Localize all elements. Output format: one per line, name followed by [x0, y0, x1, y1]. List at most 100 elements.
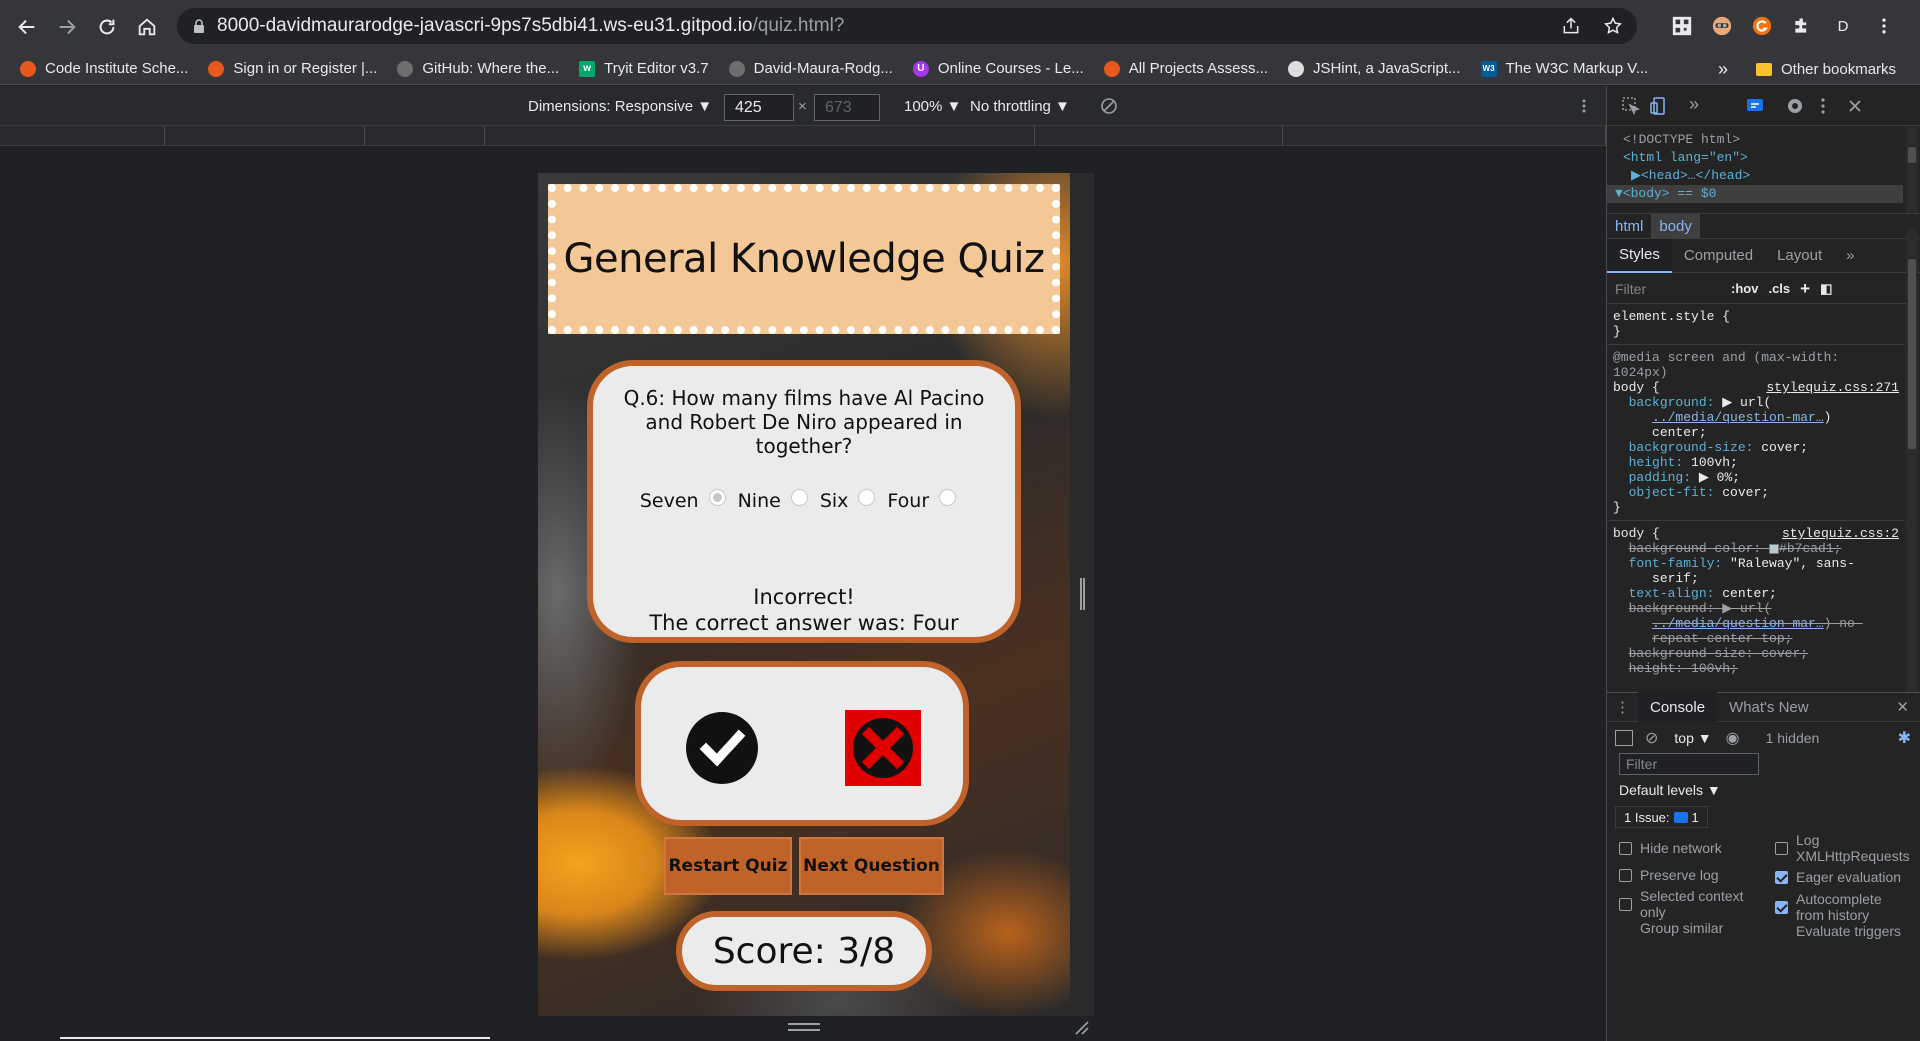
breadcrumb-html[interactable]: html	[1607, 214, 1651, 238]
css-selector[interactable]: body {	[1613, 526, 1660, 541]
styles-scrollbar[interactable]	[1906, 229, 1918, 692]
answer-option[interactable]: Seven	[640, 488, 738, 512]
selected-context-checkbox[interactable]: Selected context only Group similar	[1619, 888, 1744, 936]
address-bar[interactable]: 8000-davidmaurarodge-javascri-9ps7s5dbi4…	[177, 8, 1637, 44]
answer-option[interactable]: Four	[887, 488, 968, 512]
dom-head[interactable]: ▶<head>…</head>	[1623, 167, 1903, 185]
drawer-menu-icon[interactable]: ⋮	[1607, 698, 1638, 716]
dimensions-dropdown[interactable]: Dimensions: Responsive ▼	[528, 86, 712, 126]
throttling-dropdown[interactable]: No throttling ▼	[970, 86, 1070, 126]
width-input[interactable]: 425	[724, 94, 794, 121]
bookmark-sign-in[interactable]: Sign in or Register |...	[208, 60, 377, 77]
ruler-segment[interactable]	[1283, 126, 1606, 146]
close-drawer-icon[interactable]: ✕	[1896, 698, 1909, 716]
breadcrumb-body[interactable]: body	[1651, 214, 1700, 238]
rotate-disabled-icon[interactable]	[1100, 86, 1118, 126]
css-value[interactable]: center;	[1722, 586, 1777, 601]
bookmark-udemy[interactable]: U Online Courses - Le...	[912, 60, 1084, 77]
css-value[interactable]: ▶ url(	[1722, 395, 1771, 410]
autocomplete-checkbox[interactable]: Autocomplete from history Evaluate trigger…	[1775, 891, 1901, 939]
css-prop[interactable]: background:	[1629, 395, 1715, 410]
css-prop[interactable]: background:	[1629, 601, 1715, 616]
bottom-resize-handle[interactable]	[788, 1023, 820, 1031]
bookmark-w3c[interactable]: W3 The W3C Markup V...	[1480, 60, 1648, 77]
console-settings-icon[interactable]: ✱	[1898, 728, 1911, 748]
answer-option[interactable]: Nine	[738, 488, 820, 512]
answer-radio[interactable]	[790, 488, 808, 506]
css-prop[interactable]: height:	[1629, 455, 1684, 470]
dom-doctype[interactable]: <!DOCTYPE html>	[1623, 131, 1903, 149]
kebab-menu-icon[interactable]	[1813, 96, 1833, 116]
css-prop[interactable]: object-fit:	[1629, 485, 1715, 500]
qr-extension-icon[interactable]	[1670, 14, 1694, 38]
css-value[interactable]: #b7cad1;	[1779, 541, 1841, 556]
css-prop[interactable]: text-align:	[1629, 586, 1715, 601]
clear-console-icon[interactable]: ⊘	[1645, 728, 1658, 748]
issues-counter[interactable]: 1 Issue: 1	[1615, 806, 1708, 828]
answer-radio[interactable]	[858, 488, 876, 506]
bookmark-star-icon[interactable]	[1603, 16, 1623, 36]
restart-quiz-button[interactable]: Restart Quiz	[664, 837, 792, 895]
dom-html[interactable]: <html lang="en">	[1623, 149, 1903, 167]
other-bookmarks[interactable]: Other bookmarks	[1756, 53, 1896, 85]
console-filter-input[interactable]: Filter	[1619, 753, 1759, 775]
bookmark-all-projects[interactable]: All Projects Assess...	[1103, 60, 1268, 77]
share-icon[interactable]	[1561, 16, 1581, 36]
css-value[interactable]: ▶ 0%;	[1699, 470, 1740, 485]
tab-computed[interactable]: Computed	[1672, 239, 1765, 273]
close-icon[interactable]	[1845, 96, 1865, 116]
bookmark-jshint[interactable]: JSHint, a JavaScript...	[1287, 60, 1461, 77]
tab-styles[interactable]: Styles	[1607, 238, 1672, 273]
bookmark-code-institute[interactable]: Code Institute Sche...	[20, 60, 188, 77]
dom-body-selected[interactable]: ▼<body> == $0	[1607, 185, 1903, 203]
right-resize-handle[interactable]	[1080, 578, 1085, 610]
ruler-segment[interactable]	[485, 126, 1035, 146]
tab-layout[interactable]: Layout	[1765, 239, 1834, 273]
add-rule-icon[interactable]: +	[1800, 279, 1810, 299]
css-prop[interactable]: background-size:	[1629, 440, 1754, 455]
log-xhr-checkbox[interactable]: Log XMLHttpRequests	[1775, 832, 1910, 864]
face-extension-icon[interactable]	[1710, 14, 1734, 38]
ruler-segment[interactable]	[165, 126, 365, 146]
next-question-button[interactable]: Next Question	[799, 837, 944, 895]
css-url-link[interactable]: ../media/question-mar…	[1652, 616, 1824, 631]
css-value[interactable]: serif;	[1652, 571, 1699, 586]
css-source-link[interactable]: stylequiz.css:2	[1782, 526, 1899, 541]
device-toolbar-more-icon[interactable]	[1576, 86, 1592, 126]
css-prop[interactable]: font-family:	[1629, 556, 1723, 571]
css-value[interactable]: cover;	[1761, 440, 1808, 455]
kebab-menu-icon[interactable]	[1872, 14, 1896, 38]
grammarly-extension-icon[interactable]	[1750, 14, 1774, 38]
tab-more[interactable]: »	[1834, 239, 1866, 273]
css-prop[interactable]: padding:	[1629, 470, 1691, 485]
css-selector[interactable]: body {	[1613, 380, 1660, 395]
css-value[interactable]: center;	[1652, 425, 1707, 440]
forward-button[interactable]	[47, 7, 87, 47]
ruler-segment[interactable]	[365, 126, 485, 146]
css-value[interactable]: ▶ url(	[1722, 601, 1771, 616]
log-levels-dropdown[interactable]: Default levels ▼	[1619, 778, 1721, 802]
css-value[interactable]: repeat center top;	[1652, 631, 1792, 646]
gear-icon[interactable]	[1785, 96, 1805, 116]
back-button[interactable]	[7, 7, 47, 47]
ruler-segment[interactable]	[1035, 126, 1283, 146]
ruler-segment[interactable]	[0, 126, 165, 146]
issues-badge-icon[interactable]	[1745, 96, 1765, 116]
css-value[interactable]: cover;	[1722, 485, 1769, 500]
hide-network-checkbox[interactable]: Hide network	[1619, 840, 1722, 856]
css-prop[interactable]: height:	[1629, 661, 1684, 676]
hov-toggle[interactable]: :hov	[1731, 281, 1758, 296]
css-value[interactable]: 100vh;	[1691, 455, 1738, 470]
height-input[interactable]: 673	[814, 94, 880, 121]
home-button[interactable]	[127, 7, 167, 47]
css-url-link[interactable]: ../media/question-mar…	[1652, 410, 1824, 425]
css-selector[interactable]: element.style {	[1613, 309, 1899, 324]
horizontal-scrollbar[interactable]	[60, 1037, 490, 1039]
device-toggle-icon[interactable]	[1649, 96, 1669, 116]
tab-console[interactable]: Console	[1638, 692, 1718, 722]
corner-resize-icon[interactable]	[1074, 1020, 1090, 1036]
answer-option[interactable]: Six	[820, 488, 888, 512]
answer-radio[interactable]	[939, 488, 957, 506]
css-prop[interactable]: background-color:	[1629, 541, 1762, 556]
bookmark-david-maura[interactable]: David-Maura-Rodg...	[728, 60, 893, 77]
